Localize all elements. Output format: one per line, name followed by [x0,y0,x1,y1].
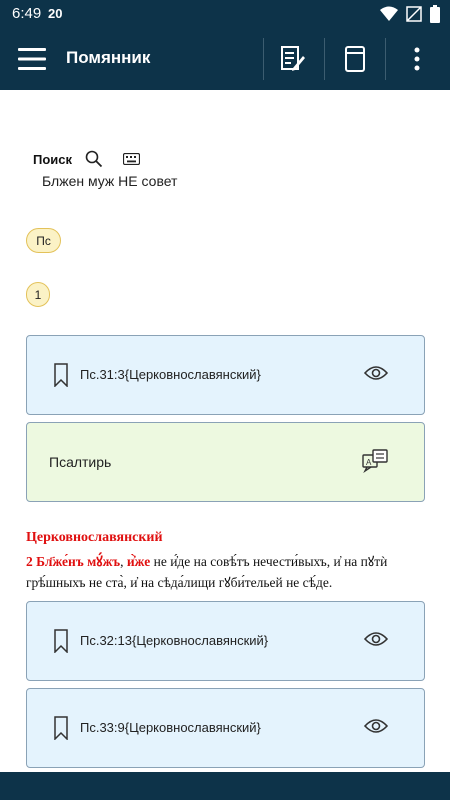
wifi-icon [380,6,398,21]
signal-icon [406,6,422,22]
app-bar: Помянник [0,28,450,90]
system-icons [380,5,440,23]
eye-icon[interactable] [364,631,388,647]
search-query[interactable]: Блжен муж НЕ совет [42,173,177,189]
verse-translation-heading: Церковнославянский [26,530,163,545]
more-options-button[interactable] [397,41,437,77]
edit-note-icon [281,46,305,71]
keyboard-icon[interactable] [123,153,140,165]
eye-icon[interactable] [364,365,388,381]
status-time: 6:49 [12,5,42,22]
translate-icon[interactable]: A [362,449,388,473]
separator [263,38,264,80]
verse-number: 2 [26,554,33,569]
book-card-label: Псалтирь [49,454,112,470]
result-reference: Пс.32:13{Церковнославянский} [80,633,269,648]
hamburger-icon [18,48,46,70]
chip-book-label: Пс [36,233,51,248]
search-icon[interactable] [85,150,103,168]
result-reference: Пс.33:9{Церковнославянский} [80,720,261,735]
verse-red-word: мꙋ́жъ [87,554,121,569]
svg-text:A: A [366,458,372,467]
result-reference: Пс.31:3{Церковнославянский} [80,367,261,382]
menu-button[interactable] [12,41,52,77]
chip-book[interactable]: Пс [26,228,61,253]
separator [385,38,386,80]
result-card[interactable]: Пс.33:9{Церковнославянский} [26,688,425,768]
verse-red-word: и҆̀же [126,554,151,569]
bookmark-icon[interactable] [54,716,68,740]
search-label: Поиск [33,152,73,167]
notes-button[interactable] [273,41,313,77]
verse-text: 2 Бл҃же́нъ мꙋ́жъ, и҆̀же не и҆́де на совѣ… [26,551,422,593]
chip-chapter-label: 1 [34,287,42,302]
separator [324,38,325,80]
eye-icon[interactable] [364,718,388,734]
bookmark-icon[interactable] [54,629,68,653]
chip-chapter[interactable]: 1 [26,282,50,307]
result-card[interactable]: Пс.31:3{Церковнославянский} [26,335,425,415]
bookmark-icon[interactable] [54,363,68,387]
navigation-bar [0,772,450,800]
verse-red-word: Бл҃же́нъ [36,554,84,569]
battery-icon [430,5,440,23]
more-vert-icon [414,47,420,71]
book-icon [345,46,365,72]
notification-count: 20 [48,6,63,21]
app-title: Помянник [66,48,151,67]
status-bar: 6:49 20 [0,0,450,28]
verse-body: , [120,554,124,569]
result-card[interactable]: Пс.32:13{Церковнославянский} [26,601,425,681]
book-card[interactable]: Псалтирь A [26,422,425,502]
book-button[interactable] [335,41,375,77]
